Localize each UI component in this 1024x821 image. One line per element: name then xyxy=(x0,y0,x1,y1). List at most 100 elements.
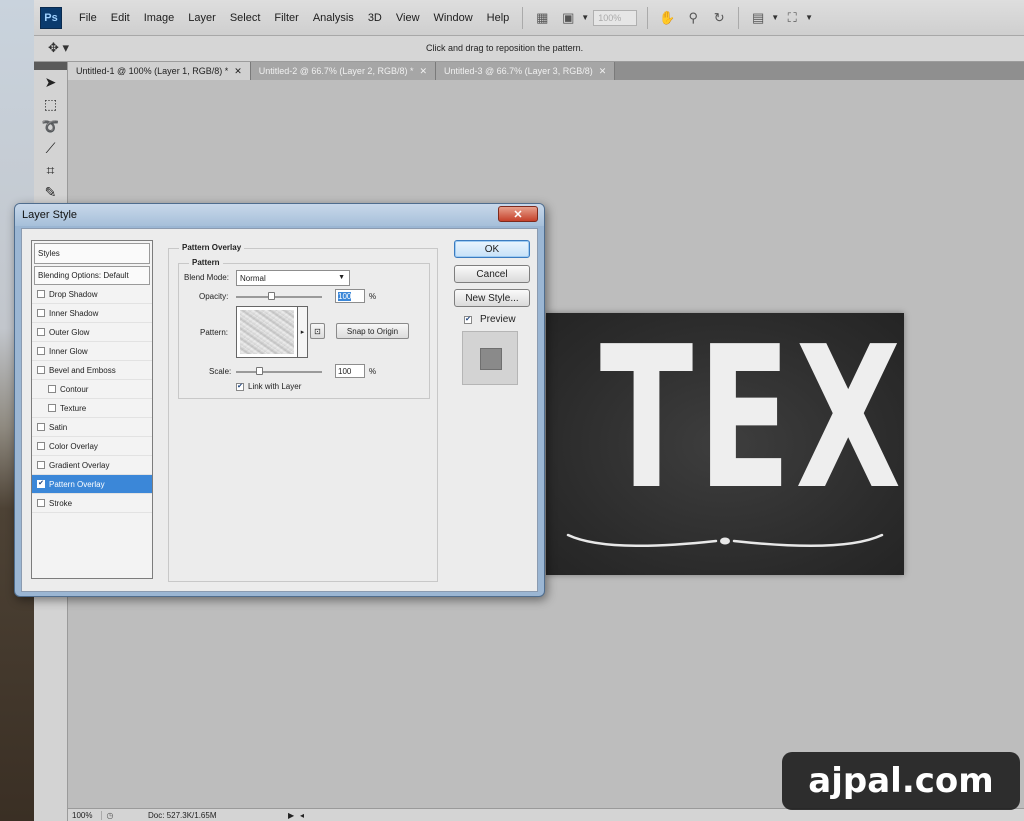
arrange-documents-icon[interactable]: ▤ xyxy=(749,10,767,26)
style-item-inner-glow[interactable]: Inner Glow xyxy=(32,342,152,361)
scroll-left-arrow-icon[interactable]: ◂ xyxy=(300,811,312,820)
style-item-texture[interactable]: Texture xyxy=(32,399,152,418)
style-item-gradient-overlay[interactable]: Gradient Overlay xyxy=(32,456,152,475)
chevron-down-icon[interactable]: ▼ xyxy=(581,13,589,22)
zoom-level-field[interactable]: 100% xyxy=(593,9,638,26)
style-item-inner-shadow[interactable]: Inner Shadow xyxy=(32,304,152,323)
style-item-stroke[interactable]: Stroke xyxy=(32,494,152,513)
checkbox[interactable] xyxy=(37,461,45,469)
style-item-label: Inner Shadow xyxy=(49,308,99,318)
style-item-pattern-overlay[interactable]: ✔ Pattern Overlay xyxy=(32,475,152,494)
scale-slider[interactable] xyxy=(236,371,322,373)
menu-edit[interactable]: Edit xyxy=(104,12,137,24)
magic-wand-tool-icon[interactable]: ⟋ xyxy=(39,138,63,158)
screen-layout-icon[interactable]: ⛶ xyxy=(783,10,801,26)
screen-mode-icon[interactable]: ▣ xyxy=(559,10,577,26)
chevron-down-icon[interactable]: ▼ xyxy=(805,13,813,22)
chevron-down-icon[interactable]: ▼ xyxy=(771,13,779,22)
checkbox[interactable]: ✔ xyxy=(236,382,244,391)
close-icon[interactable]: ✕ xyxy=(419,62,427,80)
checkbox[interactable] xyxy=(37,499,45,507)
checkbox[interactable]: ✔ xyxy=(37,480,45,488)
checkbox[interactable] xyxy=(48,385,56,393)
lasso-tool-icon[interactable]: ➰ xyxy=(39,116,63,136)
scale-slider-thumb[interactable] xyxy=(256,367,264,375)
style-item-bevel-and-emboss[interactable]: Bevel and Emboss xyxy=(32,361,152,380)
create-preset-icon[interactable]: ⊡ xyxy=(310,323,325,339)
pattern-picker[interactable] xyxy=(236,306,298,358)
style-item-label: Contour xyxy=(60,384,89,394)
menu-3d[interactable]: 3D xyxy=(361,12,389,24)
tab-untitled-3[interactable]: Untitled-3 @ 66.7% (Layer 3, RGB/8) ✕ xyxy=(436,62,616,80)
hand-tool-icon[interactable]: ✋ xyxy=(658,10,676,26)
style-item-contour[interactable]: Contour xyxy=(32,380,152,399)
checkbox[interactable]: ✔ xyxy=(464,315,472,324)
move-tool-preset-icon[interactable]: ✥ ▾ xyxy=(48,40,69,56)
checkbox[interactable] xyxy=(37,290,45,298)
status-info-icon[interactable]: ◷ xyxy=(102,811,118,820)
scale-label: Scale: xyxy=(209,367,232,376)
menu-image[interactable]: Image xyxy=(137,12,182,24)
menu-select[interactable]: Select xyxy=(223,12,268,24)
move-tool-icon[interactable]: ➤ xyxy=(39,72,63,92)
dialog-close-button[interactable]: ✕ xyxy=(498,206,538,222)
checkbox[interactable] xyxy=(37,442,45,450)
bridge-icon[interactable]: ▦ xyxy=(533,10,551,26)
checkbox[interactable] xyxy=(37,347,45,355)
preview-checkbox[interactable]: ✔ Preview xyxy=(464,314,516,325)
link-with-layer-label: Link with Layer xyxy=(248,382,302,391)
cancel-button[interactable]: Cancel xyxy=(454,265,530,283)
document-tabs: Untitled-1 @ 100% (Layer 1, RGB/8) * ✕ Un… xyxy=(68,62,1024,80)
menu-file[interactable]: File xyxy=(72,12,104,24)
menu-analysis[interactable]: Analysis xyxy=(306,12,361,24)
tab-untitled-1[interactable]: Untitled-1 @ 100% (Layer 1, RGB/8) * ✕ xyxy=(68,62,251,80)
checkbox[interactable] xyxy=(37,309,45,317)
checkbox[interactable] xyxy=(37,328,45,336)
menu-layer[interactable]: Layer xyxy=(181,12,223,24)
opacity-input[interactable]: 100 xyxy=(335,289,365,303)
styles-header[interactable]: Styles xyxy=(34,243,150,264)
new-style-button[interactable]: New Style... xyxy=(454,289,530,307)
blending-options-item[interactable]: Blending Options: Default xyxy=(34,266,150,285)
dialog-titlebar[interactable]: Layer Style ✕ xyxy=(15,204,544,226)
checkbox[interactable] xyxy=(37,366,45,374)
style-item-satin[interactable]: Satin xyxy=(32,418,152,437)
blend-mode-select[interactable]: Normal ▼ xyxy=(236,270,350,286)
snap-to-origin-button[interactable]: Snap to Origin xyxy=(336,323,409,339)
marquee-tool-icon[interactable]: ⬚ xyxy=(39,94,63,114)
close-icon[interactable]: ✕ xyxy=(599,62,607,80)
scale-input[interactable]: 100 xyxy=(335,364,365,378)
menu-filter[interactable]: Filter xyxy=(267,12,305,24)
tab-label: Untitled-2 @ 66.7% (Layer 2, RGB/8) * xyxy=(258,66,414,76)
link-with-layer-checkbox[interactable]: ✔ Link with Layer xyxy=(236,382,301,391)
style-item-label: Pattern Overlay xyxy=(49,479,105,489)
menu-window[interactable]: Window xyxy=(427,12,480,24)
document-artwork[interactable]: TEXT xyxy=(546,313,904,575)
watermark-logo: ajpal.com xyxy=(782,752,1020,810)
eyedropper-tool-icon[interactable]: ✎ xyxy=(39,182,63,202)
status-zoom[interactable]: 100% xyxy=(68,810,102,820)
opacity-slider[interactable] xyxy=(236,296,322,298)
panel-grip[interactable] xyxy=(34,62,67,70)
style-item-color-overlay[interactable]: Color Overlay xyxy=(32,437,152,456)
pattern-overlay-section: Pattern Overlay Pattern Blend Mode: Norm… xyxy=(168,243,438,582)
menu-help[interactable]: Help xyxy=(480,12,517,24)
menu-bar: Ps File Edit Image Layer Select Filter A… xyxy=(34,0,1024,36)
crop-tool-icon[interactable]: ⌗ xyxy=(39,160,63,180)
status-menu-arrow-icon[interactable]: ▶ xyxy=(288,811,300,820)
zoom-tool-icon[interactable]: ⚲ xyxy=(684,10,702,26)
checkbox[interactable] xyxy=(48,404,56,412)
opacity-slider-thumb[interactable] xyxy=(268,292,276,300)
checkbox[interactable] xyxy=(37,423,45,431)
ok-button[interactable]: OK xyxy=(454,240,530,258)
pattern-thumbnail xyxy=(240,310,294,354)
menu-view[interactable]: View xyxy=(389,12,427,24)
style-item-outer-glow[interactable]: Outer Glow xyxy=(32,323,152,342)
style-item-label: Gradient Overlay xyxy=(49,460,110,470)
style-item-drop-shadow[interactable]: Drop Shadow xyxy=(32,285,152,304)
tab-untitled-2[interactable]: Untitled-2 @ 66.7% (Layer 2, RGB/8) * ✕ xyxy=(250,62,436,80)
photoshop-logo-icon[interactable]: Ps xyxy=(40,6,62,29)
close-icon[interactable]: ✕ xyxy=(234,62,242,80)
rotate-view-icon[interactable]: ↻ xyxy=(710,10,728,26)
pattern-dropdown-arrow-icon[interactable]: ▸ xyxy=(298,306,308,358)
